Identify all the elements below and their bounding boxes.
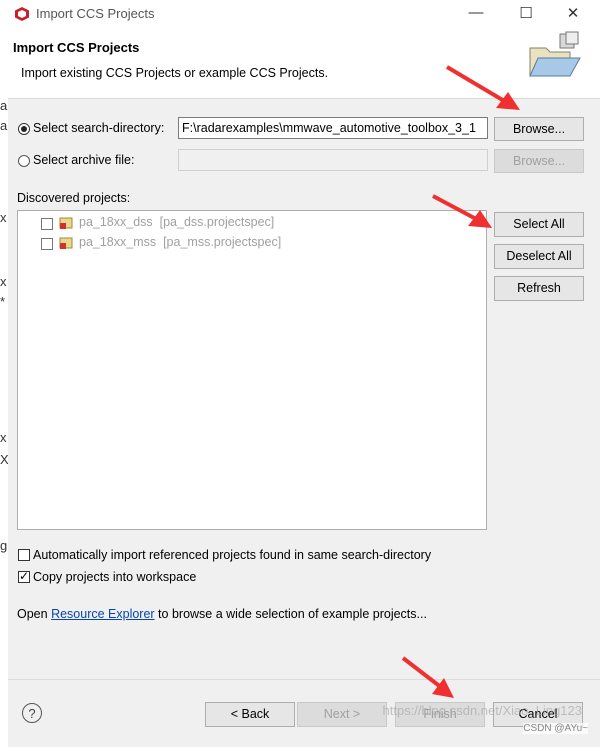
arrow-icon	[445, 65, 520, 110]
arrow-icon	[432, 194, 492, 228]
watermark-text: https://blog.csdn.net/Xiao_Ling123	[382, 703, 582, 718]
arrow-icon	[401, 656, 454, 698]
csdn-tag: CSDN @AYu~	[523, 723, 588, 734]
annotation-arrows	[401, 65, 520, 698]
